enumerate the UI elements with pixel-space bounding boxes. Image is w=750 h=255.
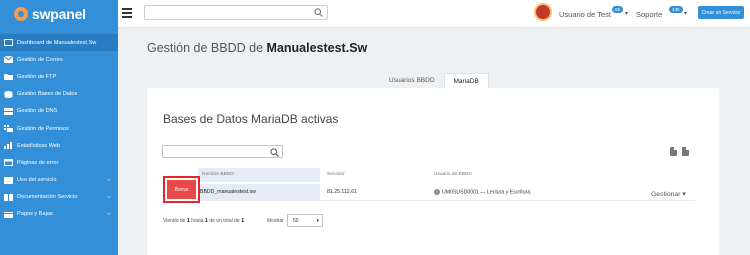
export-pdf-icon[interactable] [670,147,677,156]
pagination-to: 1 [204,218,208,224]
support-menu[interactable]: Soporte [636,10,662,19]
chevron-down-icon: ⌵ [106,193,111,200]
column-header-user[interactable]: Usuario de BBDD [434,172,472,177]
sidebar-item-docs[interactable]: Documentación Servicio ⌵ [0,189,118,206]
folder-icon [4,73,13,81]
usage-icon [4,176,13,184]
sidebar: swpanel Dashboard de Manualestest.Sw Ges… [0,0,118,255]
sidebar-item-label: Páginas de error [17,159,59,166]
export-csv-icon[interactable] [682,147,689,156]
pagination-total: 1 [241,218,245,224]
sidebar-item-label: Gestión de Permisos [17,125,69,132]
create-service-button[interactable]: Crear un Servicio [698,6,744,19]
chevron-down-icon: ⌵ [106,210,111,217]
database-name: BBDD_manualestest.sw [200,184,320,200]
sidebar-item-error-pages[interactable]: Páginas de error [0,154,118,171]
sidebar-item-label: Gestión de DNS [17,108,58,115]
database-search-input[interactable] [162,145,283,158]
dns-icon [4,107,13,115]
page-title-domain: Manualestest.Sw [266,41,368,55]
caret-down-icon: ▾ [682,191,686,198]
db-tabs: Usuarios BBDD MariaDB [380,73,489,88]
column-header-server[interactable]: Servidor [327,172,345,177]
page-title: Gestión de BBDD de Manualestest.Sw [147,41,367,55]
page-title-prefix: Gestión de BBDD de [147,41,264,55]
sidebar-item-label: Gestión Bases de Datos [17,91,78,98]
tab-mariadb[interactable]: MariaDB [443,73,489,88]
manage-label: Gestionar [651,191,681,198]
caret-down-icon: ▾ [316,218,319,224]
sidebar-item-label: Dashboard de Manualestest.Sw [17,39,97,46]
card-title: Bases de Datos MariaDB activas [163,112,339,126]
sidebar-item-ftp[interactable]: Gestión de FTP [0,68,118,85]
top-search-input[interactable] [144,5,328,20]
sidebar-item-label: Gestión de Correo [17,56,63,63]
database-icon [4,90,13,98]
pagination-from: 1 [186,218,190,224]
page-size-label: Mostrar [267,218,284,224]
user-avatar[interactable] [534,3,552,21]
delete-database-button[interactable]: Borrar [167,180,196,199]
sidebar-item-label: Pagos y Bajas [17,211,53,218]
page-size-value: 50 [293,218,299,224]
sidebar-item-permissions[interactable]: Gestión de Permisos [0,120,118,137]
brand-logo[interactable]: swpanel [0,0,118,28]
pagination-mid2: de un total de [209,218,240,224]
top-bar: Usuario de Test 65 ▾ Soporte 430 ▾ Crear… [118,0,750,28]
docs-icon [4,193,13,201]
payments-icon [4,211,13,218]
manage-dropdown[interactable]: Gestionar ▾ [651,190,686,198]
info-icon[interactable]: i [434,189,440,195]
pagination-prefix: Viendo de [163,218,186,224]
database-user-name: UM0SUSD0001 [442,189,479,196]
caret-down-icon[interactable]: ▾ [684,10,687,17]
search-icon[interactable] [270,148,279,157]
sidebar-item-dns[interactable]: Gestión de DNS [0,103,118,120]
swpanel-logo-icon [14,7,28,21]
table-row: BBDD_manualestest.sw 81.25.112.61 i UM0SU… [200,184,695,201]
databases-card: Bases de Datos MariaDB activas Nombre BB… [147,88,719,255]
user-menu[interactable]: Usuario de Test [559,10,611,19]
sidebar-item-label: Uso del servicio [17,177,57,184]
sidebar-item-payments[interactable]: Pagos y Bajas ⌵ [0,206,118,223]
page-size-select[interactable]: 50 ▾ [287,214,323,227]
stats-icon [4,142,13,150]
chevron-down-icon: ⌵ [106,176,111,183]
hamburger-menu-icon[interactable] [122,8,132,18]
database-user: i UM0SUSD0001 — Lectura y Escritura [434,189,530,195]
sidebar-item-label: Documentación Servicio [17,194,78,201]
brand-name: swpanel [32,6,86,22]
sidebar-item-label: Estadísticas Web [17,142,61,149]
error-pages-icon [4,159,13,167]
dashboard-icon [4,39,13,47]
database-user-permission: — Lectura y Escritura [480,189,531,196]
tab-db-users[interactable]: Usuarios BBDD [380,73,444,88]
user-notification-badge: 65 [612,6,624,13]
search-icon[interactable] [314,8,323,17]
column-header-name[interactable]: Nombre BBDD [198,168,320,182]
sidebar-item-label: Gestión de FTP [17,73,57,80]
mail-icon [4,56,13,64]
sidebar-item-dashboard[interactable]: Dashboard de Manualestest.Sw [0,34,118,52]
sidebar-item-stats[interactable]: Estadísticas Web [0,137,118,154]
sidebar-item-databases[interactable]: Gestión Bases de Datos [0,86,118,103]
pagination-mid1: hasta [191,218,204,224]
permissions-icon [4,125,13,133]
sidebar-item-usage[interactable]: Uso del servicio ⌵ [0,172,118,189]
caret-down-icon[interactable]: ▾ [625,10,628,17]
database-server: 81.25.112.61 [327,189,357,195]
support-notification-badge: 430 [669,6,683,13]
pagination-info: Viendo de 1 hasta 1 de un total de 1 [163,218,244,224]
delete-highlight: Borrar [163,176,200,203]
sidebar-item-mail[interactable]: Gestión de Correo [0,51,118,68]
